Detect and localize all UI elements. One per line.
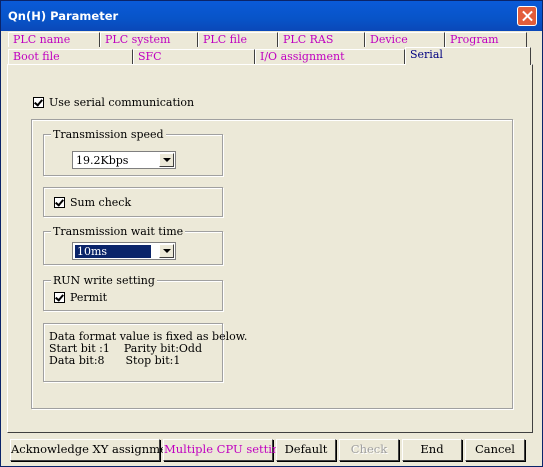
chevron-down-icon[interactable] xyxy=(159,244,174,258)
acknowledge-xy-assignment-button[interactable]: Acknowledge XY assignment xyxy=(10,439,179,461)
tab-boot-file[interactable]: Boot file xyxy=(8,49,133,64)
tab-serial[interactable]: Serial xyxy=(405,47,531,65)
window-title: Qn(H) Parameter xyxy=(8,9,119,23)
wait-time-value: 10ms xyxy=(75,245,151,258)
cancel-button[interactable]: Cancel xyxy=(465,439,525,461)
check-button[interactable]: Check xyxy=(339,439,399,461)
title-bar[interactable]: Qn(H) Parameter xyxy=(1,1,542,31)
end-button[interactable]: End xyxy=(402,439,462,461)
data-format-line-3: Data bit:8 Stop bit:1 xyxy=(49,354,181,367)
sum-check-label: Sum check xyxy=(70,196,132,209)
close-icon[interactable] xyxy=(517,6,537,26)
tab-io-assignment[interactable]: I/O assignment xyxy=(255,49,405,64)
tab-plc-ras[interactable]: PLC RAS xyxy=(278,32,365,47)
use-serial-label: Use serial communication xyxy=(49,96,195,109)
tab-device[interactable]: Device xyxy=(365,32,445,47)
transmission-speed-value: 19.2Kbps xyxy=(76,154,129,167)
chevron-down-icon[interactable] xyxy=(159,153,174,167)
tab-plc-file[interactable]: PLC file xyxy=(198,32,278,47)
tab-program[interactable]: Program xyxy=(445,32,527,47)
tab-plc-name[interactable]: PLC name xyxy=(8,32,100,47)
tab-sfc[interactable]: SFC xyxy=(133,49,255,64)
parameter-window: Qn(H) Parameter PLC name PLC system PLC … xyxy=(0,0,543,467)
sum-check-checkbox[interactable] xyxy=(54,197,65,208)
transmission-speed-select[interactable]: 19.2Kbps xyxy=(72,151,176,169)
permit-label: Permit xyxy=(70,291,108,304)
default-button[interactable]: Default xyxy=(276,439,336,461)
transmission-speed-legend: Transmission speed xyxy=(51,128,166,141)
use-serial-checkbox[interactable] xyxy=(33,97,44,108)
wait-time-legend: Transmission wait time xyxy=(51,225,186,238)
permit-checkbox[interactable] xyxy=(54,292,65,303)
tab-plc-system[interactable]: PLC system xyxy=(100,32,198,47)
wait-time-select[interactable]: 10ms xyxy=(72,242,176,260)
multiple-cpu-settings-button[interactable]: Multiple CPU settings xyxy=(163,439,293,461)
run-write-legend: RUN write setting xyxy=(51,274,157,287)
